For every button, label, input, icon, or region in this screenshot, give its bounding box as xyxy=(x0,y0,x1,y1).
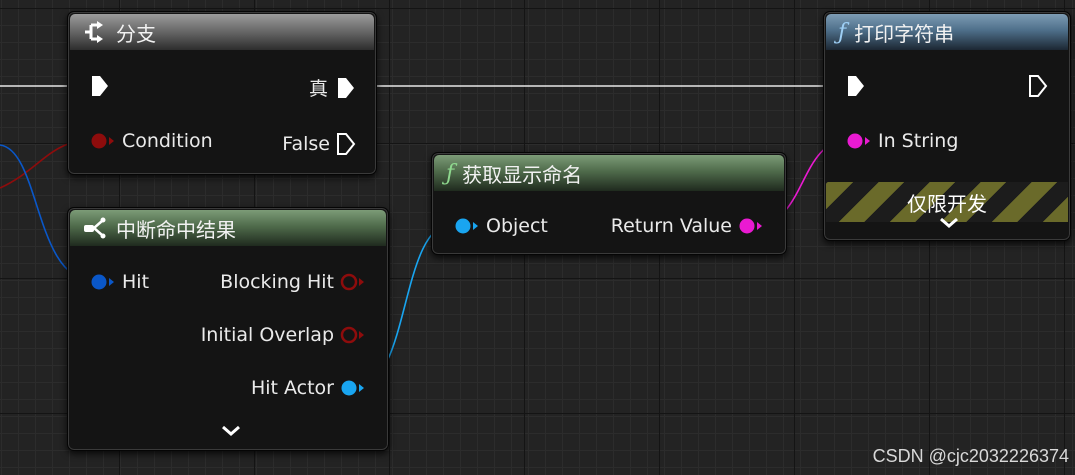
get-display-name-object-pin[interactable]: Object xyxy=(454,215,548,237)
break-struct-icon xyxy=(84,217,106,239)
object-pin-icon xyxy=(455,218,478,234)
print-string-exec-in-pin[interactable] xyxy=(846,74,866,98)
break-hit-hit-label: Hit xyxy=(122,271,150,293)
get-display-name-header[interactable]: ƒ 获取显示命名 xyxy=(434,155,784,191)
get-display-name-node[interactable]: ƒ 获取显示命名 Object Return Value xyxy=(431,152,787,255)
bool-out-pin-icon xyxy=(340,273,364,291)
break-hit-title: 中断命中结果 xyxy=(116,217,236,242)
return-value-label: Return Value xyxy=(610,215,732,237)
exec-in-icon xyxy=(92,76,108,96)
break-hit-header[interactable]: 中断命中结果 xyxy=(70,210,386,246)
blocking-hit-label: Blocking Hit xyxy=(220,271,334,293)
chevron-down-icon[interactable] xyxy=(938,216,960,230)
object-pin-icon xyxy=(341,380,364,396)
branch-true-pin[interactable]: 真 xyxy=(309,74,356,101)
watermark: CSDN @cjc2032226374 xyxy=(872,446,1069,466)
struct-pin-icon xyxy=(91,274,114,290)
object-label: Object xyxy=(486,215,548,237)
branch-exec-in-pin[interactable] xyxy=(90,74,110,98)
branch-false-label: False xyxy=(282,133,330,155)
print-string-in-string-pin[interactable]: In String xyxy=(846,130,958,152)
get-display-name-return-pin[interactable]: Return Value xyxy=(611,215,764,237)
break-hit-overlap-pin[interactable]: Initial Overlap xyxy=(201,324,366,346)
print-string-title: 打印字符串 xyxy=(854,21,955,46)
bool-out-pin-icon xyxy=(340,326,364,344)
string-pin-icon xyxy=(739,218,762,234)
get-display-name-title: 获取显示命名 xyxy=(462,162,583,187)
exec-out-icon xyxy=(338,77,354,98)
break-hit-hit-pin[interactable]: Hit xyxy=(90,271,149,293)
break-hit-blocking-pin[interactable]: Blocking Hit xyxy=(220,271,366,293)
branch-header[interactable]: 分支 xyxy=(70,14,374,50)
branch-condition-pin[interactable]: Condition xyxy=(90,130,213,152)
branch-icon xyxy=(85,21,103,43)
function-icon: ƒ xyxy=(838,19,847,45)
hit-actor-label: Hit Actor xyxy=(250,377,334,399)
branch-false-pin[interactable]: False xyxy=(282,132,356,156)
in-string-label: In String xyxy=(878,130,959,152)
branch-node[interactable]: 分支 真 Condition False xyxy=(67,11,377,175)
exec-in-icon xyxy=(848,76,864,96)
exec-out-empty-icon xyxy=(1029,75,1048,97)
initial-overlap-label: Initial Overlap xyxy=(200,324,334,346)
print-string-node[interactable]: ƒ 打印字符串 In String 仅限开发 xyxy=(823,11,1071,241)
development-only-label: 仅限开发 xyxy=(907,192,987,216)
branch-title: 分支 xyxy=(116,21,156,46)
branch-true-label: 真 xyxy=(308,78,328,100)
exec-out-empty-icon xyxy=(337,133,356,155)
break-hit-result-node[interactable]: 中断命中结果 Hit Blocking Hit Initial Overlap … xyxy=(67,207,389,451)
break-hit-actor-pin[interactable]: Hit Actor xyxy=(251,377,366,399)
chevron-down-icon[interactable] xyxy=(220,424,242,438)
string-pin-icon xyxy=(847,133,870,149)
branch-condition-label: Condition xyxy=(122,130,213,152)
print-string-exec-out-pin[interactable] xyxy=(1028,74,1048,98)
bool-pin-icon xyxy=(91,133,114,149)
print-string-header[interactable]: ƒ 打印字符串 xyxy=(826,14,1068,50)
function-icon: ƒ xyxy=(446,160,455,186)
